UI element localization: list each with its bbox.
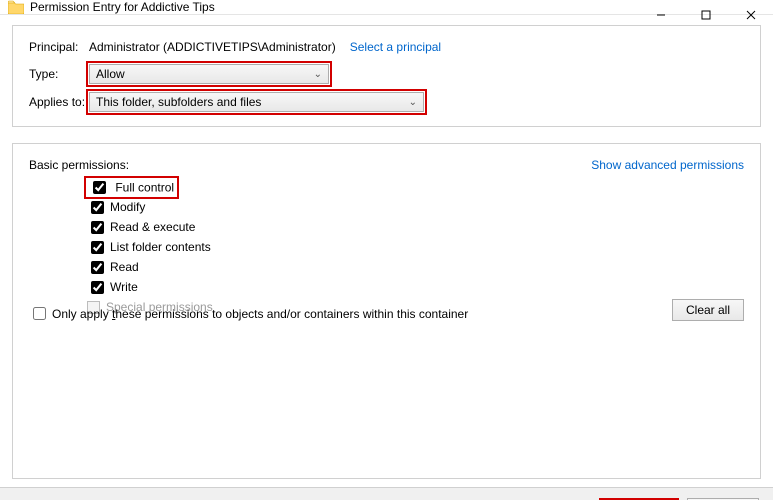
permission-write: Write bbox=[87, 278, 744, 296]
type-combobox[interactable]: Allow ⌄ bbox=[89, 64, 329, 84]
principal-label: Principal: bbox=[29, 40, 89, 54]
read-checkbox[interactable] bbox=[91, 261, 104, 274]
only-apply-checkbox[interactable] bbox=[33, 307, 46, 320]
only-apply-label: Only apply these permissions to objects … bbox=[52, 307, 468, 321]
applies-to-value: This folder, subfolders and files bbox=[96, 95, 261, 109]
full-control-label: Full control bbox=[115, 180, 174, 194]
type-row: Type: Allow ⌄ bbox=[29, 64, 744, 84]
dialog-footer: OK Cancel bbox=[0, 487, 773, 500]
minimize-icon bbox=[656, 10, 666, 20]
modify-label: Modify bbox=[110, 200, 145, 214]
only-apply-row: Only apply these permissions to objects … bbox=[29, 304, 468, 323]
permission-entry-window: Permission Entry for Addictive Tips Prin… bbox=[0, 0, 773, 500]
permission-read-execute: Read & execute bbox=[87, 218, 744, 236]
window-title: Permission Entry for Addictive Tips bbox=[30, 0, 215, 14]
read-label: Read bbox=[110, 260, 139, 274]
chevron-down-icon: ⌄ bbox=[409, 97, 417, 108]
applies-to-row: Applies to: This folder, subfolders and … bbox=[29, 92, 744, 112]
select-principal-link[interactable]: Select a principal bbox=[350, 40, 441, 54]
folder-icon bbox=[8, 0, 24, 14]
permissions-list: Full control Modify Read & execute List … bbox=[87, 178, 744, 316]
list-folder-checkbox[interactable] bbox=[91, 241, 104, 254]
read-execute-label: Read & execute bbox=[110, 220, 195, 234]
principal-value: Administrator (ADDICTIVETIPS\Administrat… bbox=[89, 40, 336, 54]
type-value: Allow bbox=[96, 67, 125, 81]
principal-panel: Principal: Administrator (ADDICTIVETIPS\… bbox=[12, 25, 761, 127]
read-execute-checkbox[interactable] bbox=[91, 221, 104, 234]
only-apply-label-pre: Only apply bbox=[52, 307, 112, 321]
title-bar: Permission Entry for Addictive Tips bbox=[0, 0, 773, 15]
write-checkbox[interactable] bbox=[91, 281, 104, 294]
close-icon bbox=[746, 10, 756, 20]
permission-list-folder: List folder contents bbox=[87, 238, 744, 256]
modify-checkbox[interactable] bbox=[91, 201, 104, 214]
list-folder-label: List folder contents bbox=[110, 240, 211, 254]
close-button[interactable] bbox=[728, 0, 773, 30]
permission-modify: Modify bbox=[87, 198, 744, 216]
clear-all-button[interactable]: Clear all bbox=[672, 299, 744, 321]
window-controls bbox=[638, 0, 773, 30]
permission-read: Read bbox=[87, 258, 744, 276]
permission-full-control: Full control bbox=[87, 178, 744, 196]
permissions-panel: Basic permissions: Show advanced permiss… bbox=[12, 143, 761, 479]
full-control-highlight: Full control bbox=[84, 176, 179, 199]
full-control-checkbox[interactable] bbox=[93, 181, 106, 194]
clear-all-wrapper: Clear all bbox=[672, 299, 744, 321]
applies-to-label: Applies to: bbox=[29, 95, 89, 109]
maximize-icon bbox=[701, 10, 711, 20]
principal-row: Principal: Administrator (ADDICTIVETIPS\… bbox=[29, 40, 744, 54]
minimize-button[interactable] bbox=[638, 0, 683, 30]
window-body: Principal: Administrator (ADDICTIVETIPS\… bbox=[0, 15, 773, 487]
chevron-down-icon: ⌄ bbox=[314, 69, 322, 80]
write-label: Write bbox=[110, 280, 138, 294]
type-label: Type: bbox=[29, 67, 89, 81]
applies-to-combobox[interactable]: This folder, subfolders and files ⌄ bbox=[89, 92, 424, 112]
show-advanced-permissions-link[interactable]: Show advanced permissions bbox=[591, 158, 744, 172]
maximize-button[interactable] bbox=[683, 0, 728, 30]
only-apply-label-post: hese permissions to objects and/or conta… bbox=[115, 307, 468, 321]
